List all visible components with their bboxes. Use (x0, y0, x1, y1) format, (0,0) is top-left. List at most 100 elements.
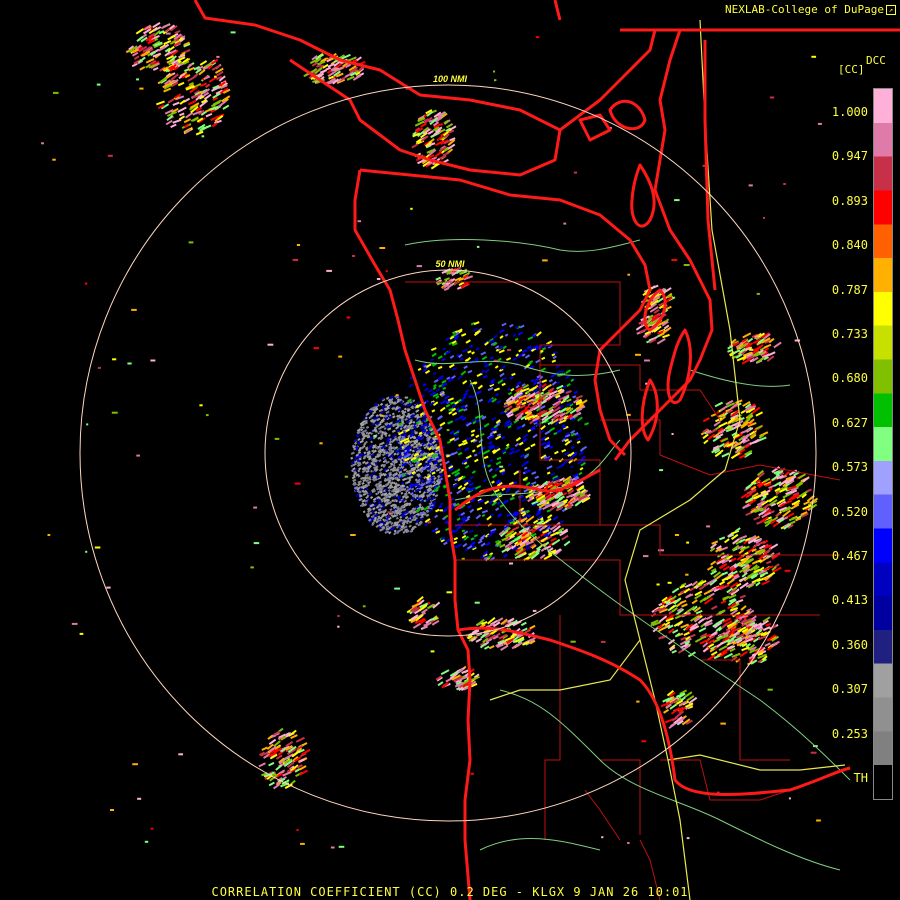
echo-pixel (355, 493, 360, 497)
echo-pixel (766, 560, 772, 565)
echo-pixel (446, 591, 453, 594)
echo-pixel (350, 456, 354, 460)
echo-pixel (389, 508, 393, 512)
echo-pixel (656, 338, 666, 345)
echo-pixel (439, 502, 444, 506)
echo-pixel (477, 384, 483, 390)
echo-pixel (387, 489, 391, 492)
echo-pixel (571, 446, 575, 450)
echo-pixel (475, 434, 480, 439)
echo-pixel (362, 510, 366, 514)
echo-pixel (467, 504, 472, 509)
echo-pixel (536, 331, 542, 337)
echo-pixel (563, 222, 567, 225)
echo-pixel (719, 580, 726, 586)
external-link-icon: ↗ (886, 5, 896, 15)
echo-pixel (474, 485, 482, 490)
echo-pixel (214, 75, 217, 78)
echo-pixel (575, 394, 583, 400)
echo-pixel (378, 459, 382, 463)
echo-pixel (480, 446, 486, 451)
echo-pixel (685, 573, 689, 576)
echo-pixel (376, 278, 381, 280)
echo-pixel (763, 216, 766, 219)
echo-pixel (437, 355, 443, 360)
legend-product-label: DCC (866, 54, 886, 67)
echo-pixel (436, 426, 443, 432)
echo-pixel (470, 772, 474, 775)
echo-pixel (527, 336, 534, 341)
echo-pixel (532, 381, 538, 386)
echo-pixel (510, 387, 515, 392)
echo-pixel (488, 468, 493, 473)
echo-pixel (674, 534, 680, 536)
echo-pixel (551, 359, 557, 363)
echo-pixel (131, 308, 137, 311)
echo-pixel (381, 452, 386, 457)
echo-pixel (434, 514, 439, 519)
echo-pixel (573, 390, 579, 395)
echo-pixel (575, 436, 582, 442)
echo-pixel (178, 753, 184, 756)
echo-pixel (494, 79, 497, 82)
range-ring-100 (79, 84, 817, 822)
echo-pixel (433, 379, 439, 383)
echo-pixel (400, 491, 404, 495)
echo-pixel (112, 358, 117, 361)
echo-pixel (84, 282, 88, 285)
echo-pixel (714, 401, 723, 408)
echo-pixel (383, 427, 387, 430)
echo-pixel (500, 364, 507, 370)
echo-pixel (373, 435, 377, 438)
echo-pixel (541, 347, 547, 351)
echo-pixel (556, 381, 561, 385)
echo-pixel (150, 827, 154, 830)
echo-pixel (507, 391, 513, 396)
echo-pixel (671, 433, 674, 435)
legend-tick-label: 0.253 (831, 726, 868, 741)
echo-pixel (524, 446, 531, 452)
echo-pixel (177, 106, 187, 113)
legend-tick-label: TH (853, 771, 868, 785)
echo-pixel (393, 531, 397, 536)
echo-pixel (738, 535, 748, 540)
echo-pixel (422, 382, 427, 387)
echo-pixel (460, 404, 466, 409)
echo-pixel (457, 375, 463, 380)
echo-pixel (133, 55, 140, 60)
range-ring-label-50: 50 NMI (435, 259, 465, 269)
echo-pixel (165, 119, 173, 126)
echo-pixel (462, 542, 468, 548)
credit-link[interactable]: NEXLAB-College of DuPage ↗ (725, 3, 896, 16)
echo-pixel (514, 448, 521, 454)
echo-pixel (556, 429, 562, 434)
echo-pixel (710, 560, 717, 566)
echo-pixel (402, 477, 407, 482)
echo-pixel (484, 500, 490, 505)
echo-pixel (391, 412, 395, 416)
echo-pixel (94, 546, 101, 549)
echo-pixel (465, 454, 472, 460)
echo-pixel (482, 374, 488, 379)
echo-pixel (361, 481, 365, 485)
echo-pixel (454, 417, 459, 422)
echo-pixel (395, 516, 399, 520)
echo-pixel (489, 356, 494, 360)
echo-pixel (177, 81, 185, 87)
echo-pixel (683, 631, 690, 636)
echo-pixel (514, 489, 520, 494)
radar-map[interactable]: 100 NMI 50 NMI (0, 0, 900, 900)
echo-pixel (357, 482, 362, 487)
echo-pixel (106, 586, 111, 589)
echo-pixel (172, 101, 180, 106)
echo-pixel (379, 247, 386, 249)
echo-pixel (417, 367, 422, 371)
echo-pixel (509, 376, 514, 380)
echo-pixel (473, 321, 480, 326)
echo-pixel (461, 332, 467, 337)
echo-pixel (442, 386, 447, 390)
echo-pixel (183, 118, 192, 124)
echo-pixel (486, 515, 492, 521)
echo-pixel (473, 453, 478, 457)
echo-pixel (703, 439, 709, 445)
